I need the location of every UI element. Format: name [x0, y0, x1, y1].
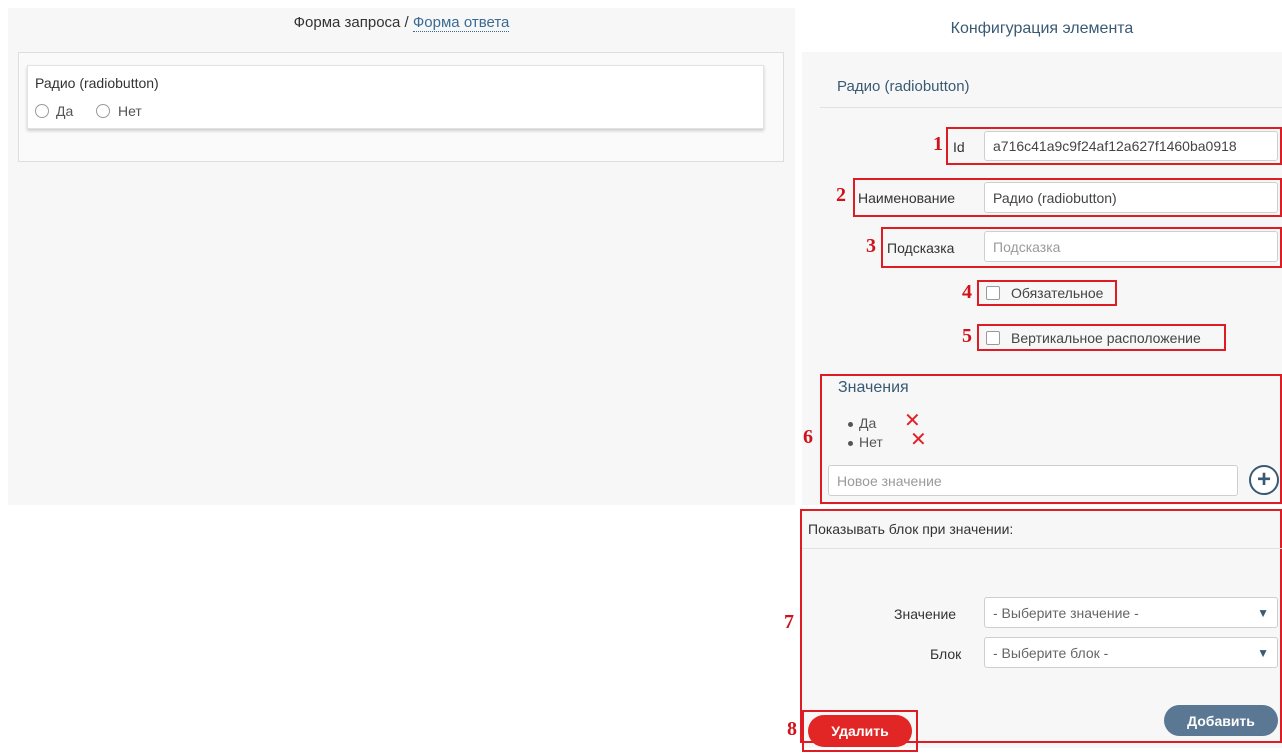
chevron-down-icon: ▼ — [1257, 605, 1269, 620]
condition-block-label: Блок — [930, 646, 962, 662]
radio-option-yes[interactable] — [35, 104, 49, 118]
values-title: Значения — [838, 379, 909, 396]
hint-field[interactable]: Подсказка — [984, 231, 1278, 262]
radio-option-no[interactable] — [96, 104, 110, 118]
required-label: Обязательное — [1011, 285, 1104, 301]
annotation-number-7: 7 — [784, 611, 794, 633]
new-value-input[interactable]: Новое значение — [828, 465, 1238, 496]
annotation-number-3: 3 — [866, 235, 876, 257]
annotation-number-6: 6 — [803, 426, 813, 448]
value-item-no: Нет — [859, 434, 883, 450]
name-field[interactable]: Радио (radiobutton) — [984, 182, 1278, 213]
id-label: Id — [953, 139, 965, 155]
radio-option-no-label: Нет — [118, 103, 142, 119]
list-bullet — [848, 422, 853, 427]
condition-value-selected: - Выберите значение - — [993, 604, 1139, 621]
vertical-layout-label: Вертикальное расположение — [1011, 330, 1201, 346]
form-header: Форма запроса / Форма ответа — [8, 14, 795, 32]
vertical-layout-checkbox[interactable] — [986, 331, 1000, 345]
required-checkbox[interactable] — [986, 286, 1000, 300]
annotation-number-5: 5 — [962, 325, 972, 347]
hint-label: Подсказка — [887, 240, 955, 256]
condition-block-selected: - Выберите блок - — [993, 644, 1109, 661]
config-header: Конфигурация элемента — [950, 20, 1134, 37]
annotation-number-4: 4 — [962, 281, 972, 303]
value-item-yes: Да — [859, 415, 877, 431]
add-value-plus-icon[interactable]: + — [1249, 465, 1279, 495]
radio-option-yes-label: Да — [56, 103, 74, 119]
request-form-label: Форма запроса / — [293, 14, 409, 31]
annotation-number-8: 8 — [787, 718, 797, 740]
condition-value-select[interactable]: - Выберите значение - ▼ — [984, 597, 1278, 628]
name-label: Наименование — [858, 190, 956, 206]
show-block-title: Показывать блок при значении: — [808, 521, 1014, 537]
response-form-link[interactable]: Форма ответа — [412, 14, 510, 32]
radio-element-title: Радио (radiobutton) — [35, 75, 159, 91]
remove-value-no-icon[interactable]: ✕ — [910, 430, 927, 450]
add-condition-button[interactable]: Добавить — [1164, 705, 1278, 736]
divider — [820, 107, 1282, 108]
config-element-title: Радио (radiobutton) — [837, 78, 970, 95]
annotation-number-1: 1 — [933, 133, 943, 155]
list-bullet — [848, 441, 853, 446]
annotation-number-2: 2 — [836, 184, 846, 206]
remove-value-yes-icon[interactable]: ✕ — [904, 411, 921, 431]
delete-element-button[interactable]: Удалить — [808, 715, 912, 747]
condition-block-select[interactable]: - Выберите блок - ▼ — [984, 637, 1278, 668]
condition-value-label: Значение — [894, 606, 957, 622]
id-field[interactable]: a716c41a9c9f24af12a627f1460ba0918 — [984, 131, 1278, 161]
chevron-down-icon: ▼ — [1257, 645, 1269, 660]
divider — [802, 548, 1282, 549]
